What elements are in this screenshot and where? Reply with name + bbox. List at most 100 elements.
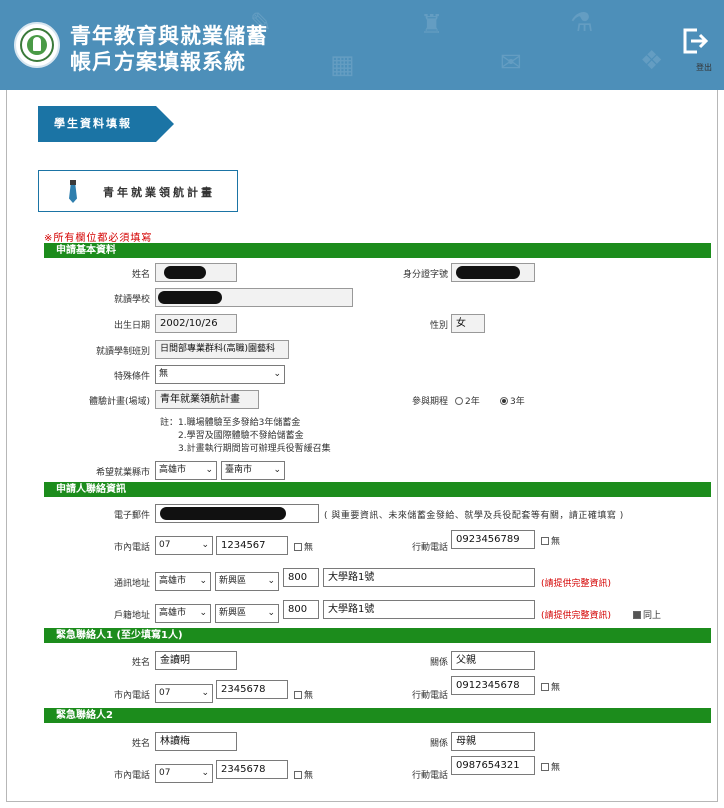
emergency1-name-field[interactable]: 金讀明 (155, 651, 237, 670)
redacted-id (456, 266, 520, 279)
emergency2-phone-label: 市內電話 (113, 771, 150, 781)
city-select-1[interactable]: 高雄市 ⌄ (155, 461, 217, 480)
checkbox-icon (294, 771, 302, 779)
phone-area-select[interactable]: 07 ⌄ (155, 536, 213, 555)
special-label: 特殊條件 (113, 372, 150, 382)
emergency2-mobile-none-checkbox[interactable]: 無 (541, 760, 560, 773)
logout-button[interactable]: 登出 (678, 26, 712, 72)
checkbox-icon (294, 691, 302, 699)
section-bar-basic: 申請基本資料 (44, 243, 711, 258)
gender-field[interactable]: 女 (451, 314, 485, 333)
radio-selected-icon (500, 397, 508, 405)
emergency2-mobile-field[interactable]: 0987654321 (451, 756, 535, 775)
emergency2-relation-field[interactable]: 母親 (451, 732, 535, 751)
same-as-above-label: 同上 (643, 611, 662, 621)
emergency1-mobile-none-checkbox[interactable]: 無 (541, 680, 560, 693)
section-bar-emergency1: 緊急聯絡人1 (至少填寫1人) (44, 628, 711, 643)
gender-label: 性別 (429, 321, 448, 331)
home-city-select[interactable]: 高雄市 ⌄ (155, 604, 211, 623)
birth-field[interactable]: 2002/10/26 (155, 314, 237, 333)
chevron-down-icon: ⌄ (201, 768, 209, 778)
name-field[interactable] (155, 263, 237, 282)
home-addr-hint: (請提供完整資訊) (541, 611, 612, 621)
mobile-none-label: 無 (551, 537, 561, 547)
period-radio-2y[interactable]: 2年 (455, 394, 480, 407)
chevron-down-icon: ⌄ (205, 465, 213, 475)
emergency1-mobile-field[interactable]: 0912345678 (451, 676, 535, 695)
period-radio-3y[interactable]: 3年 (500, 394, 525, 407)
checkbox-icon (541, 683, 549, 691)
home-district-value: 新興區 (219, 608, 247, 618)
phone-field[interactable]: 1234567 (216, 536, 288, 555)
home-zip-field[interactable]: 800 (283, 600, 319, 619)
mail-street-field[interactable]: 大學路1號 (323, 568, 535, 587)
emergency1-phone-label: 市內電話 (113, 691, 150, 701)
school-field[interactable] (155, 288, 353, 307)
redacted-name (164, 266, 206, 279)
radio-icon (455, 397, 463, 405)
section-bar-contact: 申請人聯絡資訊 (44, 482, 711, 497)
necktie-icon (69, 180, 77, 204)
emergency2-phone-none-checkbox[interactable]: 無 (294, 768, 313, 781)
chevron-down-icon: ⌄ (199, 608, 207, 618)
required-note: ※所有欄位都必須填寫 (44, 233, 153, 244)
id-field[interactable] (451, 263, 535, 282)
emergency1-phone-none-checkbox[interactable]: 無 (294, 688, 313, 701)
home-street-field[interactable]: 大學路1號 (323, 600, 535, 619)
phone-none-checkbox[interactable]: 無 (294, 540, 313, 553)
mail-zip-field[interactable]: 800 (283, 568, 319, 587)
home-district-select[interactable]: 新興區 ⌄ (215, 604, 279, 623)
emergency2-relation-label: 關係 (429, 739, 448, 749)
emergency2-area-select[interactable]: 07 ⌄ (155, 764, 213, 783)
plan-title-box: 青年就業領航計畫 (38, 170, 238, 212)
decor-icon: ▦ (330, 50, 355, 80)
emergency2-name-field[interactable]: 林讀梅 (155, 732, 237, 751)
special-select-value: 無 (159, 369, 169, 379)
phone-none-label: 無 (304, 543, 314, 553)
note-line-1: 註：1.職場體驗至多發給3年儲蓄金 (160, 418, 301, 428)
section-tab: 學生資料填報 (38, 106, 174, 142)
emergency1-name-label: 姓名 (131, 658, 150, 668)
email-hint: ( 與重要資訊、未來儲蓄金發給、就學及兵役配套等有關，請正確填寫 ) (324, 511, 624, 521)
checkbox-checked-icon (633, 611, 641, 619)
mail-city-select[interactable]: 高雄市 ⌄ (155, 572, 211, 591)
class-field[interactable]: 日間部專業群科(高職)園藝科 (155, 340, 289, 359)
emergency2-mobile-label: 行動電話 (411, 771, 448, 781)
mail-addr-hint: (請提供完整資訊) (541, 579, 612, 589)
redacted-school (158, 291, 222, 304)
city-select-2-value: 臺南市 (225, 465, 253, 475)
period-option-3y: 3年 (510, 397, 525, 407)
mobile-none-checkbox[interactable]: 無 (541, 534, 560, 547)
class-label: 就讀學制班別 (95, 347, 150, 357)
mobile-field[interactable]: 0923456789 (451, 530, 535, 549)
period-label: 參與期程 (411, 397, 448, 407)
name-label: 姓名 (131, 270, 150, 280)
emergency1-mobile-none-label: 無 (551, 683, 561, 693)
plan-field[interactable]: 青年就業領航計畫 (155, 390, 259, 409)
section-tab-label: 學生資料填報 (38, 106, 156, 142)
emergency2-phone-field[interactable]: 2345678 (216, 760, 288, 779)
emergency2-name-label: 姓名 (131, 739, 150, 749)
emergency1-relation-label: 關係 (429, 658, 448, 668)
id-label: 身分證字號 (402, 270, 448, 280)
emergency1-phone-field[interactable]: 2345678 (216, 680, 288, 699)
city-select-2[interactable]: 臺南市 ⌄ (221, 461, 285, 480)
emergency1-phone-none-label: 無 (304, 691, 314, 701)
decor-icon: ✉ (500, 48, 522, 78)
special-select[interactable]: 無 ⌄ (155, 365, 285, 384)
emergency1-area-select[interactable]: 07 ⌄ (155, 684, 213, 703)
phone-label: 市內電話 (113, 543, 150, 553)
mail-city-value: 高雄市 (159, 576, 187, 586)
birth-label: 出生日期 (113, 321, 150, 331)
emergency1-relation-field[interactable]: 父親 (451, 651, 535, 670)
decor-icon: ♜ (420, 10, 444, 40)
city-select-1-value: 高雄市 (159, 465, 187, 475)
same-as-above-checkbox[interactable]: 同上 (633, 608, 661, 621)
redacted-email (160, 507, 286, 520)
chevron-down-icon: ⌄ (199, 576, 207, 586)
checkbox-icon (294, 543, 302, 551)
decor-icon: ❖ (640, 46, 664, 76)
period-option-2y: 2年 (465, 397, 480, 407)
mail-district-select[interactable]: 新興區 ⌄ (215, 572, 279, 591)
email-field[interactable] (155, 504, 319, 523)
